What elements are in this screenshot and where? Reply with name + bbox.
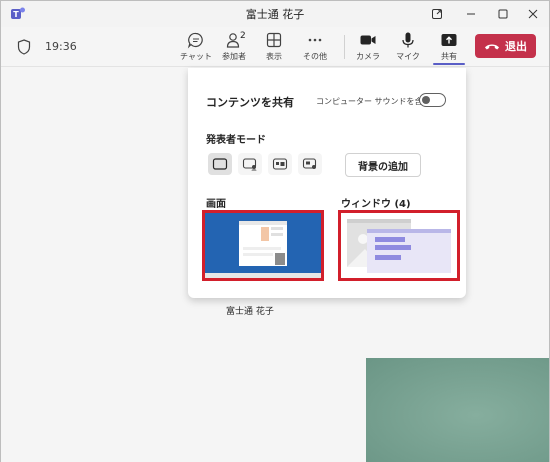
chat-icon [187, 32, 203, 49]
share-button[interactable]: 共有 [433, 31, 465, 65]
more-icon [308, 38, 322, 42]
mic-label: マイク [396, 52, 420, 61]
meeting-toolbar: 19:36 チャット 2 参加者 表示 その他 カメラ マイク 共有 退出 [1, 27, 549, 67]
share-icon [441, 34, 457, 46]
participant-count: 2 [240, 31, 246, 41]
side-by-side-icon [272, 158, 288, 170]
grid-icon [266, 32, 282, 48]
camera-icon [360, 35, 376, 45]
popout-button[interactable] [421, 1, 453, 27]
maximize-icon [498, 9, 508, 19]
screen-share-option[interactable] [202, 210, 324, 281]
title-bar: T 富士通 花子 [1, 1, 549, 27]
mode-reporter-button[interactable] [298, 153, 322, 175]
reporter-icon [302, 158, 317, 169]
view-label: 表示 [266, 52, 282, 61]
camera-label: カメラ [356, 52, 380, 61]
mode-standout-button[interactable] [238, 153, 262, 175]
share-content-panel: コンテンツを共有 コンピューター サウンドを含む 発表者モード 背景の追加 画面… [188, 68, 466, 298]
participant-name: 富士通 花子 [226, 307, 274, 317]
chat-button[interactable]: チャット [180, 31, 212, 65]
standout-icon [242, 158, 257, 171]
chat-label: チャット [180, 52, 212, 61]
shield-icon [17, 39, 31, 55]
add-background-button[interactable]: 背景の追加 [345, 153, 421, 177]
participants-label: 参加者 [222, 52, 246, 61]
teams-meeting-window: T 富士通 花子 19:36 チャット 2 参加者 表示 その他 カメラ マイク… [0, 0, 550, 462]
meeting-timer: 19:36 [45, 40, 77, 53]
computer-sound-label: コンピューター サウンドを含む [316, 97, 431, 106]
toolbar-divider [344, 35, 345, 59]
popout-icon [432, 9, 442, 19]
minimize-button[interactable] [455, 1, 487, 27]
screen-thumbnail [205, 213, 321, 278]
mode-side-by-side-button[interactable] [268, 153, 292, 175]
close-icon [528, 9, 538, 19]
camera-button[interactable]: カメラ [352, 31, 384, 65]
presenter-mode-title: 発表者モード [206, 135, 266, 146]
more-button[interactable]: その他 [299, 31, 331, 65]
close-button[interactable] [517, 1, 549, 27]
more-label: その他 [303, 52, 327, 61]
window-share-option[interactable] [338, 210, 460, 281]
content-only-icon [212, 158, 228, 170]
minimize-icon [467, 13, 475, 15]
share-active-indicator [433, 63, 465, 65]
leave-button[interactable]: 退出 [475, 34, 536, 58]
mic-icon [402, 32, 414, 48]
hangup-icon [485, 44, 499, 50]
toggle-knob [422, 96, 430, 104]
screen-section-title: 画面 [206, 199, 226, 210]
self-video-preview[interactable] [366, 358, 549, 462]
leave-label: 退出 [505, 40, 527, 53]
view-button[interactable]: 表示 [258, 31, 290, 65]
window-section-title: ウィンドウ (4) [341, 199, 411, 210]
share-label: 共有 [441, 52, 457, 61]
window-thumbnail [341, 213, 457, 278]
mode-content-only-button[interactable] [208, 153, 232, 175]
mic-button[interactable]: マイク [392, 31, 424, 65]
share-panel-title: コンテンツを共有 [206, 96, 294, 109]
computer-sound-toggle[interactable] [419, 93, 446, 107]
maximize-button[interactable] [487, 1, 519, 27]
participants-button[interactable]: 2 参加者 [218, 31, 250, 65]
